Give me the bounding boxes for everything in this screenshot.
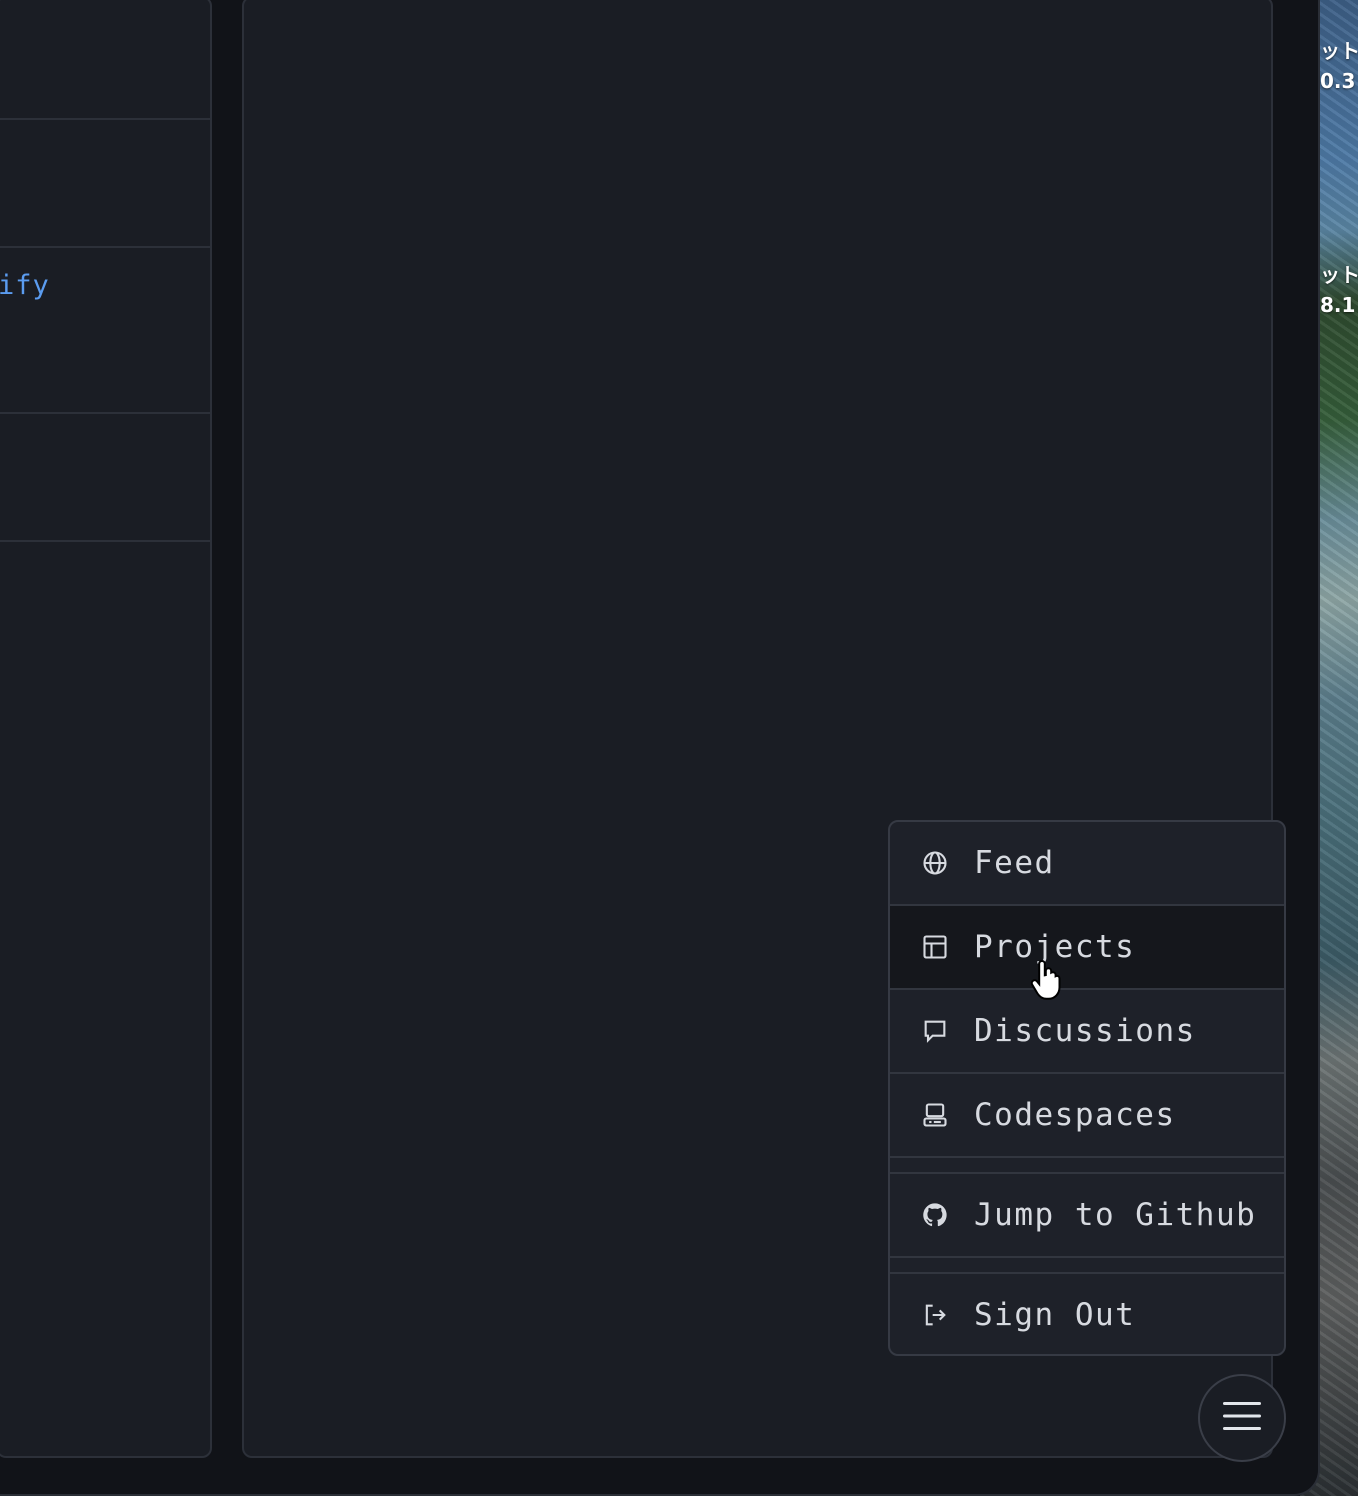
menu-item-label: Sign Out <box>974 1297 1136 1333</box>
menu-item-feed[interactable]: Feed <box>890 822 1284 904</box>
globe-icon <box>920 848 950 878</box>
hamburger-icon <box>1223 1401 1261 1435</box>
menu-item-projects[interactable]: Projects <box>890 906 1284 988</box>
row-divider <box>0 246 210 248</box>
row-divider <box>0 540 210 542</box>
github-icon <box>920 1200 950 1230</box>
row-divider <box>0 412 210 414</box>
menu-item-jump-to-github[interactable]: Jump to Github <box>890 1174 1284 1256</box>
wallpaper-label-2: ット 8.1 <box>1320 263 1358 317</box>
menu-divider <box>890 1156 1284 1158</box>
menu-item-label: Discussions <box>974 1013 1196 1049</box>
menu-item-sign-out[interactable]: Sign Out <box>890 1274 1284 1354</box>
menu-item-discussions[interactable]: Discussions <box>890 990 1284 1072</box>
code-snippet[interactable]: ify <box>0 270 50 301</box>
app-window: ify Feed Projects Discussions Codespaces… <box>0 0 1320 1496</box>
row-divider <box>0 118 210 120</box>
comment-icon <box>920 1016 950 1046</box>
table-icon <box>920 932 950 962</box>
hand-cursor-icon <box>1030 959 1061 1000</box>
menu-item-label: Codespaces <box>974 1097 1176 1133</box>
sign-out-icon <box>920 1300 950 1330</box>
navigation-menu: Feed Projects Discussions Codespaces Jum… <box>888 820 1286 1356</box>
menu-divider <box>890 1256 1284 1258</box>
menu-item-codespaces[interactable]: Codespaces <box>890 1074 1284 1156</box>
wallpaper-label-1: ット 0.3 <box>1320 39 1358 93</box>
menu-item-label: Jump to Github <box>974 1197 1257 1233</box>
left-panel: ify <box>0 0 212 1458</box>
menu-toggle-button[interactable] <box>1198 1374 1286 1462</box>
menu-item-label: Feed <box>974 845 1055 881</box>
codespaces-icon <box>920 1100 950 1130</box>
